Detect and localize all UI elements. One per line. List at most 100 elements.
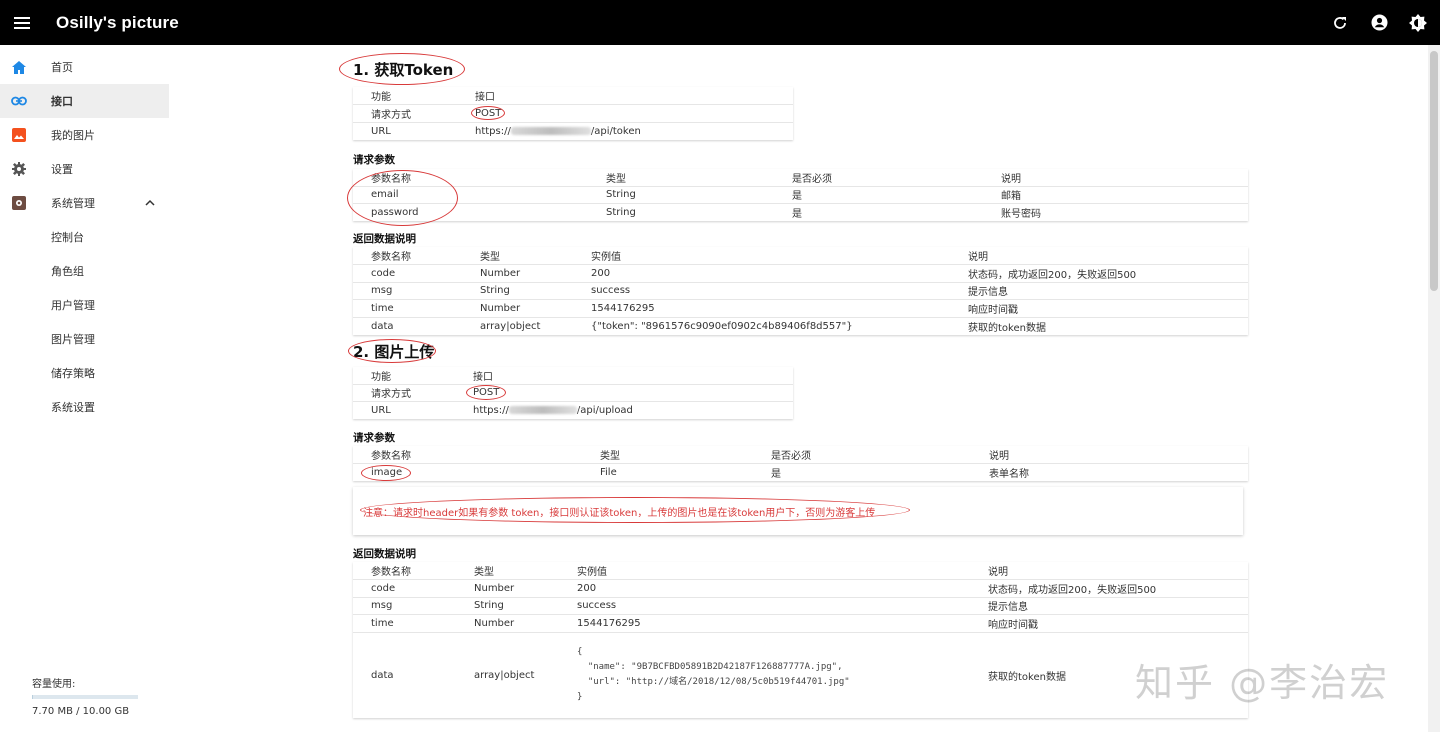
url-path: /api/token: [590, 125, 641, 137]
cell: password: [371, 207, 419, 218]
sidebar-item-label: 设置: [51, 163, 73, 176]
table-row: 功能 接口: [353, 87, 793, 105]
response-table: 参数名称 类型 实例值 说明 code Number 200 状态码，成功返回200，…: [353, 247, 1248, 335]
sidebar-item-api[interactable]: 接口: [0, 84, 169, 118]
sidebar-subitem-roles[interactable]: 角色组: [0, 254, 169, 288]
col-header: 是否必须: [753, 446, 971, 464]
brightness-icon[interactable]: [1408, 13, 1428, 33]
table-row: code Number 200 状态码，成功返回200，失败返回500: [353, 264, 1248, 283]
storage-progress-fill: [32, 695, 33, 699]
table-row: email String 是邮箱: [353, 186, 1248, 204]
col-header: 类型: [456, 562, 559, 580]
storage-label: 容量使用:: [32, 679, 76, 690]
table-row: URL https:// /api/upload: [353, 402, 793, 420]
url-cell: https:// /api/token: [457, 122, 793, 140]
cell: String: [462, 282, 573, 300]
sidebar-subitem-users[interactable]: 用户管理: [0, 288, 169, 322]
cell: success: [573, 282, 950, 300]
scrollbar-thumb[interactable]: [1430, 51, 1438, 291]
cell: 是: [792, 209, 802, 220]
table-row: msg String success 提示信息: [353, 282, 1248, 300]
col-header: 参数名称: [353, 446, 582, 464]
col-header: 是否必须: [774, 168, 983, 187]
col-header: 实例值: [559, 562, 970, 580]
sidebar-subitem-images[interactable]: 图片管理: [0, 322, 169, 356]
chevron-up-icon[interactable]: [145, 196, 155, 209]
scrollbar[interactable]: [1428, 45, 1440, 732]
col-header: 说明: [950, 247, 1248, 265]
cell: 账号密码: [1001, 209, 1041, 220]
redacted-domain: [508, 406, 577, 414]
app-title: Osilly's picture: [56, 12, 179, 32]
col-header: 类型: [582, 446, 753, 464]
cell: URL: [371, 125, 391, 137]
sidebar-item-my-pictures[interactable]: 我的图片: [0, 118, 169, 152]
col-header: 参数名称: [353, 168, 588, 187]
cell: 200: [559, 579, 970, 598]
url-cell: https:// /api/upload: [455, 402, 793, 420]
url-path: /api/upload: [576, 405, 633, 416]
api-doc: 1. 获取Token 功能 接口 请求方式 POST URL https:///api…: [339, 45, 1248, 718]
cell: 状态码，成功返回200，失败返回500: [950, 264, 1248, 283]
storage-usage: 容量使用: 7.70 MB / 10.00 GB: [32, 675, 152, 717]
sidebar-subitem-storage[interactable]: 储存策略: [0, 356, 169, 390]
sidebar-subitem-dashboard[interactable]: 控制台: [0, 220, 169, 254]
cell: code: [353, 264, 462, 283]
section-subtitle: 请求参数: [353, 154, 395, 166]
home-icon: [11, 59, 27, 75]
table-row: time Number 1544176295 响应时间戳: [353, 299, 1248, 318]
redacted-domain: [510, 126, 591, 135]
link-icon: [11, 93, 27, 109]
cell: 邮箱: [983, 186, 1248, 204]
table-header-row: 参数名称 类型 是否必须 说明: [353, 446, 1248, 464]
sidebar-item-home[interactable]: 首页: [0, 50, 169, 84]
cell: String: [588, 186, 774, 204]
col-header: 说明: [983, 168, 1248, 187]
table-row: 请求方式 POST: [353, 104, 793, 123]
cell: image: [371, 467, 403, 478]
cell: Number: [462, 299, 573, 318]
cell: time: [353, 299, 462, 318]
sidebar-item-system-admin[interactable]: 系统管理: [0, 186, 169, 220]
section-title: 2. 图片上传: [348, 338, 1248, 365]
cell: data: [371, 669, 394, 681]
sidebar-subitem-system-settings[interactable]: 系统设置: [0, 390, 169, 424]
cell: URL: [371, 405, 391, 416]
table-row: 功能 接口: [353, 366, 793, 385]
table-row: URL https:// /api/token: [353, 122, 793, 140]
cell: array|object: [474, 669, 535, 681]
cell: 是: [774, 186, 983, 204]
sidebar-item-settings[interactable]: 设置: [0, 152, 169, 186]
cell: 提示信息: [950, 282, 1248, 300]
info-table: 功能 接口 请求方式 POST URL https:// /api/upload: [353, 366, 793, 420]
table-row: code Number 200 状态码，成功返回200，失败返回500: [353, 579, 1248, 598]
cell: 响应时间戳: [970, 614, 1248, 633]
method-cell: POST: [457, 104, 793, 123]
cell: Number: [462, 264, 573, 283]
table-row: time Number 1544176295 响应时间戳: [353, 614, 1248, 633]
cell: 1544176295: [573, 299, 950, 318]
sidebar-item-label: 首页: [51, 61, 73, 74]
notice-text: 注意：请求时header如果有参数 token，接口则认证该token，上传的图…: [363, 507, 876, 519]
response-table: 参数名称 类型 实例值 说明 code Number 200 状态码，成功返回200，…: [353, 562, 1248, 718]
table-header-row: 参数名称 类型 实例值 说明: [353, 247, 1248, 265]
section-title: 1. 获取Token: [339, 53, 1248, 85]
image-icon: [11, 127, 27, 143]
section-title-text: 1. 获取Token: [353, 60, 454, 79]
col-header: 说明: [970, 562, 1248, 580]
cell: String: [456, 597, 559, 615]
app-bar: Osilly's picture: [0, 0, 1440, 45]
menu-icon[interactable]: [0, 0, 44, 45]
account-icon[interactable]: [1369, 13, 1389, 33]
cell: {"token": "8961576c9090ef0902c4b89406f8d…: [591, 320, 853, 332]
table-row: password String 是 账号密码: [353, 204, 1248, 222]
storage-value: 7.70 MB / 10.00 GB: [32, 706, 130, 717]
sidebar: 首页 接口 我的图片 设置 系统管理 控制台 角色组 用户管理 图片管理 储存策…: [0, 45, 169, 732]
cell: 功能: [353, 366, 455, 385]
sidebar-item-label: 接口: [51, 95, 73, 108]
section-subtitle: 返回数据说明: [353, 232, 416, 245]
storage-progress-bar: [32, 695, 138, 699]
cell: msg: [353, 597, 456, 615]
notice-box: 注意：请求时header如果有参数 token，接口则认证该token，上传的图…: [353, 487, 1243, 535]
refresh-icon[interactable]: [1330, 13, 1350, 33]
